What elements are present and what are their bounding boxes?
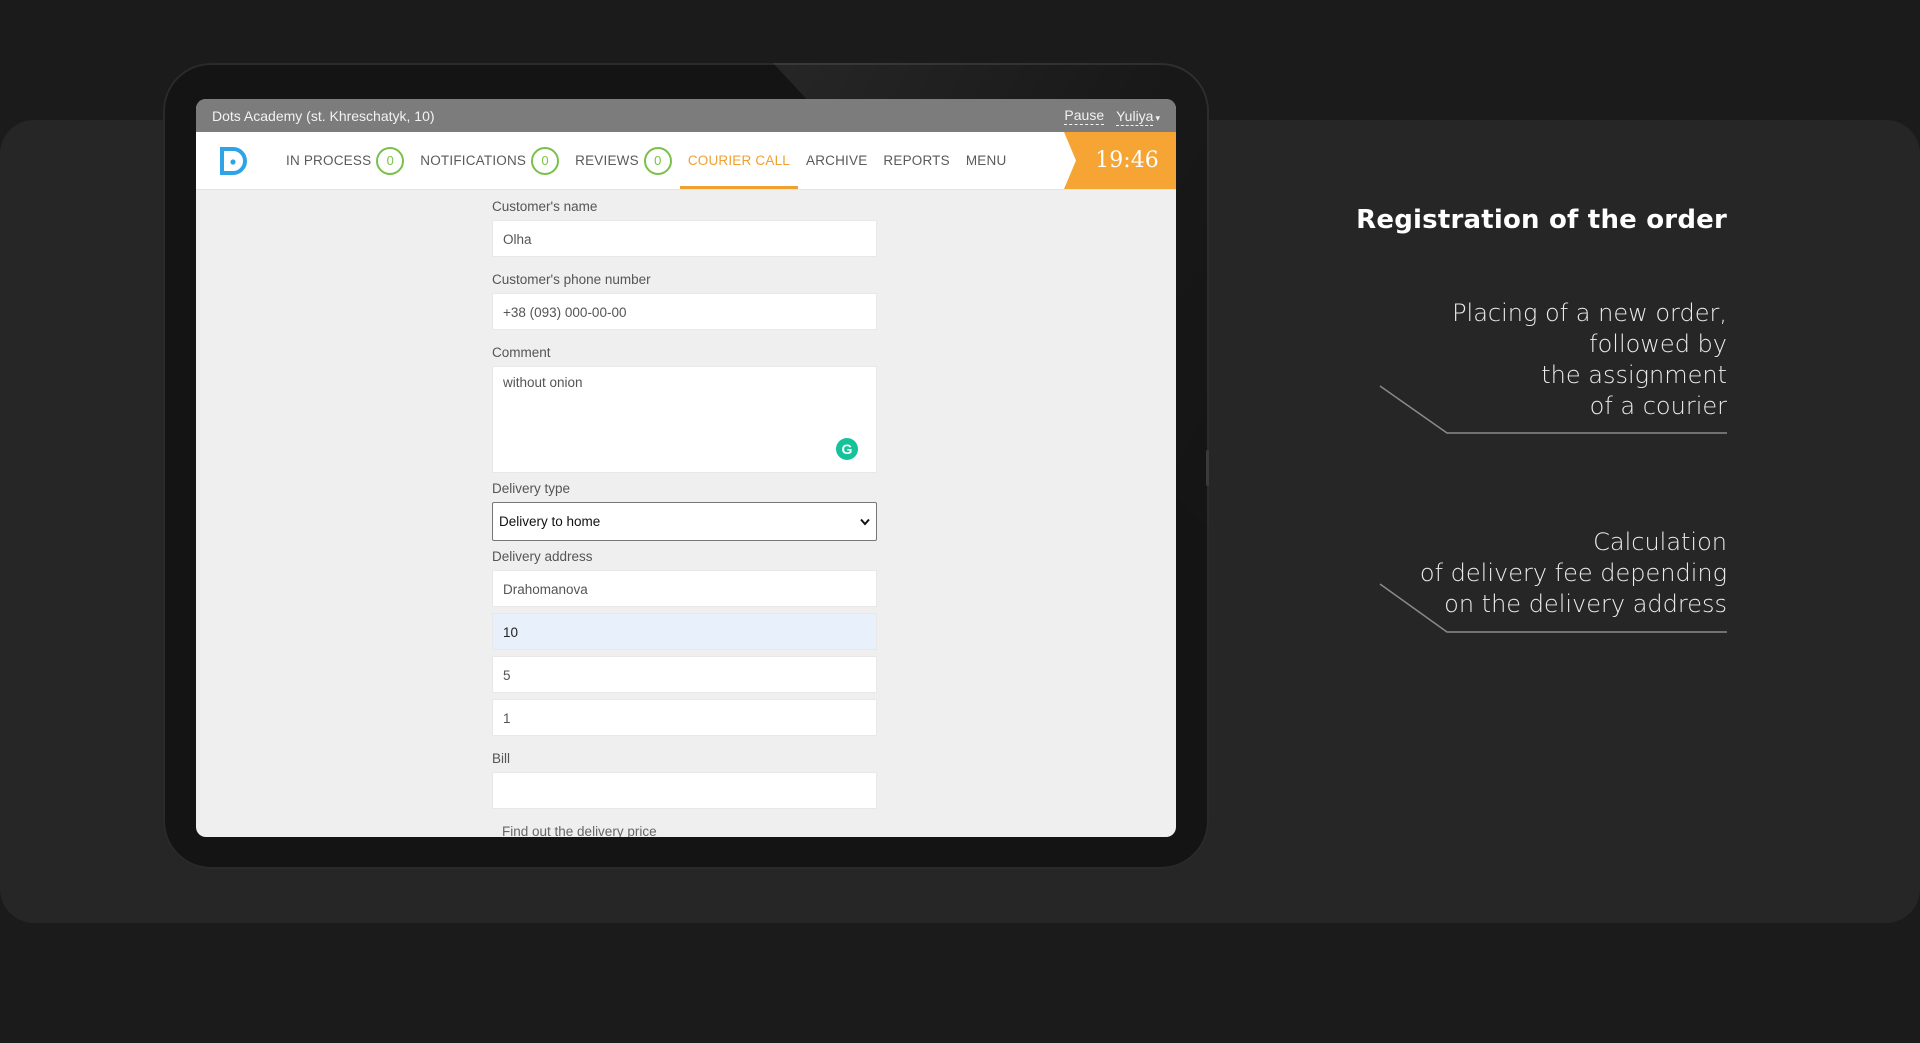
tablet-frame: Dots Academy (st. Khreschatyk, 10) Pause…: [163, 63, 1209, 869]
delivery-address-label: Delivery address: [492, 549, 593, 564]
comment-text: without onion: [503, 375, 583, 390]
section-heading: Registration of the order: [1356, 205, 1727, 235]
tab-reports-label: REPORTS: [883, 153, 950, 168]
tab-courier-call[interactable]: COURIER CALL: [679, 132, 799, 189]
bill-label: Bill: [492, 751, 511, 766]
nav-tabs: IN PROCESS 0 NOTIFICATIONS 0 REVIEWS 0 C…: [278, 132, 1014, 189]
tablet-side-button: [1206, 450, 1209, 486]
delivery-type-label: Delivery type: [492, 481, 571, 496]
tab-menu[interactable]: MENU: [958, 132, 1015, 189]
bill-input[interactable]: [492, 772, 877, 809]
grammarly-icon[interactable]: G: [836, 438, 858, 460]
tab-courier-call-label: COURIER CALL: [687, 153, 790, 168]
callout-calculation-line: Calculation: [1593, 528, 1727, 556]
find-delivery-price-link[interactable]: Find out the delivery price: [502, 824, 657, 837]
logo[interactable]: [204, 132, 262, 189]
tab-reviews[interactable]: REVIEWS 0: [567, 132, 680, 189]
tab-archive[interactable]: ARCHIVE: [798, 132, 875, 189]
building-input[interactable]: 10: [492, 613, 877, 650]
pause-button[interactable]: Pause: [1064, 107, 1105, 125]
tab-in-process-label: IN PROCESS: [286, 153, 372, 168]
callout-placing-line: Placing of a new order,: [1452, 299, 1727, 327]
tab-archive-label: ARCHIVE: [806, 153, 868, 168]
street-input[interactable]: Drahomanova: [492, 570, 877, 607]
user-menu[interactable]: Yuliya ▾: [1116, 107, 1160, 126]
callout-placing-line: of a courier: [1589, 392, 1727, 420]
entrance-input[interactable]: 5: [492, 656, 877, 693]
dots-logo-icon: [220, 146, 247, 175]
notifications-count-badge: 0: [531, 146, 560, 175]
tab-reviews-label: REVIEWS: [575, 153, 639, 168]
user-name[interactable]: Yuliya: [1116, 107, 1154, 126]
in-process-count-badge: 0: [376, 146, 405, 175]
delivery-type-select[interactable]: Delivery to home: [492, 502, 877, 541]
callout-placing: Placing of a new order, followed by the …: [1452, 298, 1727, 422]
tab-notifications[interactable]: NOTIFICATIONS 0: [412, 132, 567, 189]
callout-placing-line: the assignment: [1541, 361, 1727, 389]
apartment-input[interactable]: 1: [492, 699, 877, 736]
tab-notifications-label: NOTIFICATIONS: [420, 153, 527, 168]
clock: 19:46: [1064, 132, 1176, 189]
callout-placing-line: followed by: [1589, 330, 1727, 358]
tab-reports[interactable]: REPORTS: [875, 132, 957, 189]
reviews-count-badge: 0: [643, 146, 672, 175]
customer-phone-input[interactable]: +38 (093) 000-00-00: [492, 293, 877, 330]
title-bar-actions: Pause Yuliya ▾: [1064, 107, 1160, 126]
app-screen: Dots Academy (st. Khreschatyk, 10) Pause…: [196, 99, 1176, 837]
top-nav: IN PROCESS 0 NOTIFICATIONS 0 REVIEWS 0 C…: [196, 132, 1176, 190]
delivery-type-value: Delivery to home: [499, 514, 601, 529]
chevron-down-icon: ▾: [1155, 112, 1160, 123]
title-bar: Dots Academy (st. Khreschatyk, 10) Pause…: [196, 99, 1176, 132]
comment-label: Comment: [492, 345, 551, 360]
callout-calculation: Calculation of delivery fee depending on…: [1420, 527, 1727, 620]
customer-name-input[interactable]: Olha: [492, 220, 877, 257]
customer-name-label: Customer's name: [492, 199, 598, 214]
callout-calculation-line: on the delivery address: [1444, 590, 1727, 618]
chevron-down-icon: [860, 514, 870, 529]
callout-calculation-line: of delivery fee depending: [1419, 559, 1727, 587]
tab-in-process[interactable]: IN PROCESS 0: [278, 132, 412, 189]
customer-phone-label: Customer's phone number: [492, 272, 651, 287]
tab-menu-label: MENU: [965, 153, 1007, 168]
venue-title: Dots Academy (st. Khreschatyk, 10): [212, 107, 435, 124]
comment-textarea[interactable]: without onion G: [492, 366, 877, 473]
courier-call-form: Customer's name Olha Customer's phone nu…: [492, 199, 877, 837]
